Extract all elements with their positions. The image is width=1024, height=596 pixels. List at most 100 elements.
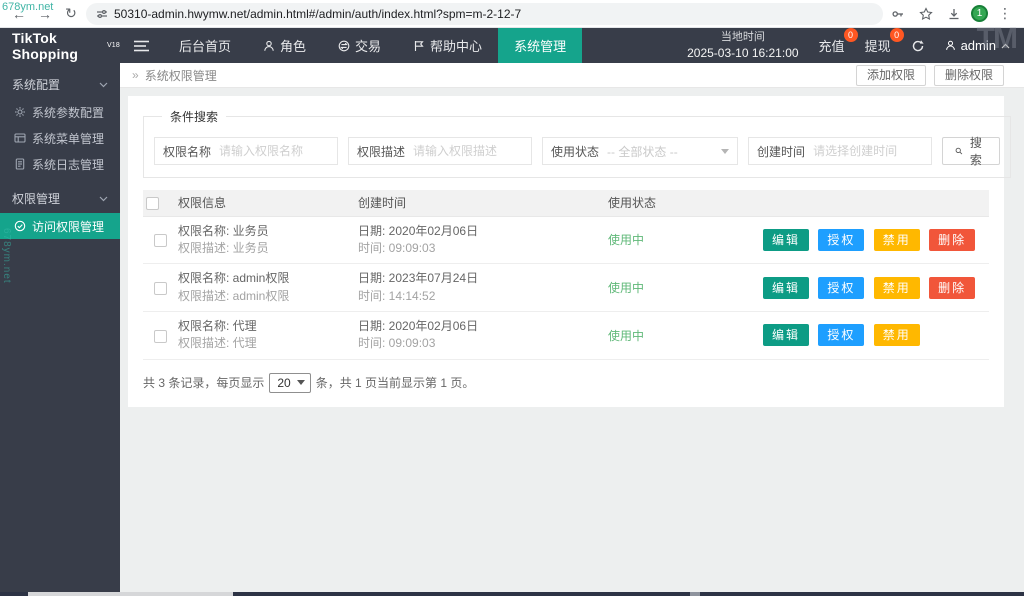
person-icon (263, 40, 275, 52)
log-document-icon (14, 158, 26, 170)
header-created-time: 创建时间 (355, 190, 605, 216)
permission-name: 代理 (233, 319, 257, 333)
status-badge: 使用中 (608, 329, 644, 343)
row-checkbox[interactable] (154, 330, 167, 343)
main-content: » 系统权限管理 添加权限 删除权限 条件搜索 权限名称 权限描述 (120, 63, 1024, 592)
breadcrumb-bar: » 系统权限管理 添加权限 删除权限 (120, 63, 1024, 88)
sidebar-item-label: 系统菜单管理 (32, 130, 104, 147)
recharge-label: 充值 (819, 39, 845, 54)
bookmark-star-icon[interactable] (915, 3, 937, 25)
delete-button[interactable]: 删除 (929, 277, 975, 299)
permission-desc: 代理 (233, 336, 257, 350)
nav-item-help[interactable]: 帮助中心 (397, 28, 498, 63)
created-time: 09:09:03 (389, 336, 436, 350)
authorize-button[interactable]: 授权 (818, 277, 864, 299)
pagination-suffix: 条，共 1 页当前显示第 1 页。 (316, 374, 475, 391)
name-label: 权限名称: (178, 271, 233, 285)
authorize-button[interactable]: 授权 (818, 324, 864, 346)
sidebar-group-permission[interactable]: 权限管理 (0, 183, 120, 213)
authorize-button[interactable]: 授权 (818, 229, 864, 251)
sidebar-item-label: 系统日志管理 (32, 156, 104, 173)
permission-desc: admin权限 (233, 289, 290, 303)
name-label: 权限名称: (178, 319, 233, 333)
sidebar-item-menu-mgmt[interactable]: 系统菜单管理 (0, 125, 120, 151)
disable-button[interactable]: 禁用 (874, 229, 920, 251)
date-label: 日期: (358, 271, 389, 285)
url-input[interactable] (114, 7, 873, 21)
withdraw-button[interactable]: 提现 0 (865, 36, 891, 55)
app-navbar: TikTok Shopping V18 后台首页 角色 交易 帮助中心 系统管理 (0, 28, 1024, 63)
permission-desc-group: 权限描述 (348, 137, 532, 165)
disable-button[interactable]: 禁用 (874, 324, 920, 346)
password-key-icon[interactable] (887, 3, 909, 25)
page-size-select[interactable]: 20 (269, 373, 310, 393)
row-checkbox[interactable] (154, 234, 167, 247)
sidebar-item-param-config[interactable]: 系统参数配置 (0, 99, 120, 125)
menu-grid-icon (14, 132, 26, 144)
date-label: 日期: (358, 224, 389, 238)
chevron-down-icon (721, 149, 729, 154)
page-actions: 添加权限 删除权限 (856, 65, 1004, 86)
status-select-value: -- 全部状态 -- (607, 143, 678, 160)
created-date: 2020年02月06日 (389, 224, 478, 238)
permissions-table: 权限信息 创建时间 使用状态 权限名称: 业务员 权限描述: 业务员 (143, 190, 989, 360)
sidebar-item-access-permission[interactable]: 访问权限管理 (0, 213, 120, 239)
header-actions (760, 190, 989, 216)
edit-button[interactable]: 编辑 (763, 324, 809, 346)
add-permission-button[interactable]: 添加权限 (856, 65, 926, 86)
refresh-icon[interactable]: ↻ (60, 3, 82, 25)
nav-item-trade[interactable]: 交易 (322, 28, 397, 63)
recharge-button[interactable]: 充值 0 (819, 36, 845, 55)
time-label: 时间: (358, 336, 389, 350)
app-logo: TikTok Shopping V18 (0, 28, 120, 63)
status-select[interactable]: -- 全部状态 -- (607, 138, 737, 164)
local-time-value: 2025-03-10 16:21:00 (687, 45, 798, 61)
row-checkbox[interactable] (154, 282, 167, 295)
nav-item-home[interactable]: 后台首页 (163, 28, 247, 63)
select-all-checkbox[interactable] (146, 197, 159, 210)
sidebar-item-label: 系统参数配置 (32, 104, 104, 121)
page-size-value: 20 (277, 376, 290, 390)
sidebar-group-system-config[interactable]: 系统配置 (0, 69, 120, 99)
browser-toolbar: ← → ↻ 1 ⋮ (0, 0, 1024, 28)
permission-desc-label: 权限描述 (349, 143, 413, 160)
desc-label: 权限描述: (178, 289, 233, 303)
edit-button[interactable]: 编辑 (763, 277, 809, 299)
nav-item-system[interactable]: 系统管理 (498, 28, 582, 63)
permission-name-input[interactable] (219, 144, 337, 158)
permission-desc-input[interactable] (413, 144, 531, 158)
bottom-strip (0, 592, 1024, 596)
header-usage-status: 使用状态 (605, 190, 760, 216)
created-date: 2023年07月24日 (389, 271, 478, 285)
created-date: 2020年02月06日 (389, 319, 478, 333)
edit-button[interactable]: 编辑 (763, 229, 809, 251)
chevron-down-icon (99, 77, 108, 91)
user-icon (945, 40, 956, 51)
app-logo-text: TikTok Shopping (12, 30, 105, 62)
profile-avatar[interactable]: 1 (971, 5, 988, 22)
search-filter: 条件搜索 权限名称 权限描述 使用状态 -- 全部状态 -- (143, 108, 1011, 178)
search-button[interactable]: 搜索 (942, 137, 1000, 165)
permission-desc: 业务员 (233, 241, 269, 255)
nav-item-help-label: 帮助中心 (430, 36, 482, 55)
delete-button[interactable]: 删除 (929, 229, 975, 251)
status-label: 使用状态 (543, 143, 607, 160)
sidebar-item-log-mgmt[interactable]: 系统日志管理 (0, 151, 120, 177)
table-row: 权限名称: 代理 权限描述: 代理 日期: 2020年02月06日 时间: 09… (143, 312, 989, 360)
name-label: 权限名称: (178, 224, 233, 238)
hamburger-icon[interactable] (120, 28, 163, 63)
nav-item-roles[interactable]: 角色 (247, 28, 322, 63)
created-time: 09:09:03 (389, 241, 436, 255)
local-time: 当地时间 2025-03-10 16:21:00 (687, 30, 798, 61)
address-bar[interactable] (86, 3, 883, 25)
disable-button[interactable]: 禁用 (874, 277, 920, 299)
sidebar: 系统配置 系统参数配置 系统菜单管理 系统日志管理 权限管理 (0, 63, 120, 592)
delete-permission-button[interactable]: 删除权限 (934, 65, 1004, 86)
page-refresh-icon[interactable] (911, 39, 925, 53)
permission-name-label: 权限名称 (155, 143, 219, 160)
site-settings-icon[interactable] (96, 8, 108, 20)
download-icon[interactable] (943, 3, 965, 25)
sidebar-item-label: 访问权限管理 (32, 218, 104, 235)
create-time-input[interactable] (813, 144, 931, 158)
nav-item-roles-label: 角色 (280, 36, 306, 55)
